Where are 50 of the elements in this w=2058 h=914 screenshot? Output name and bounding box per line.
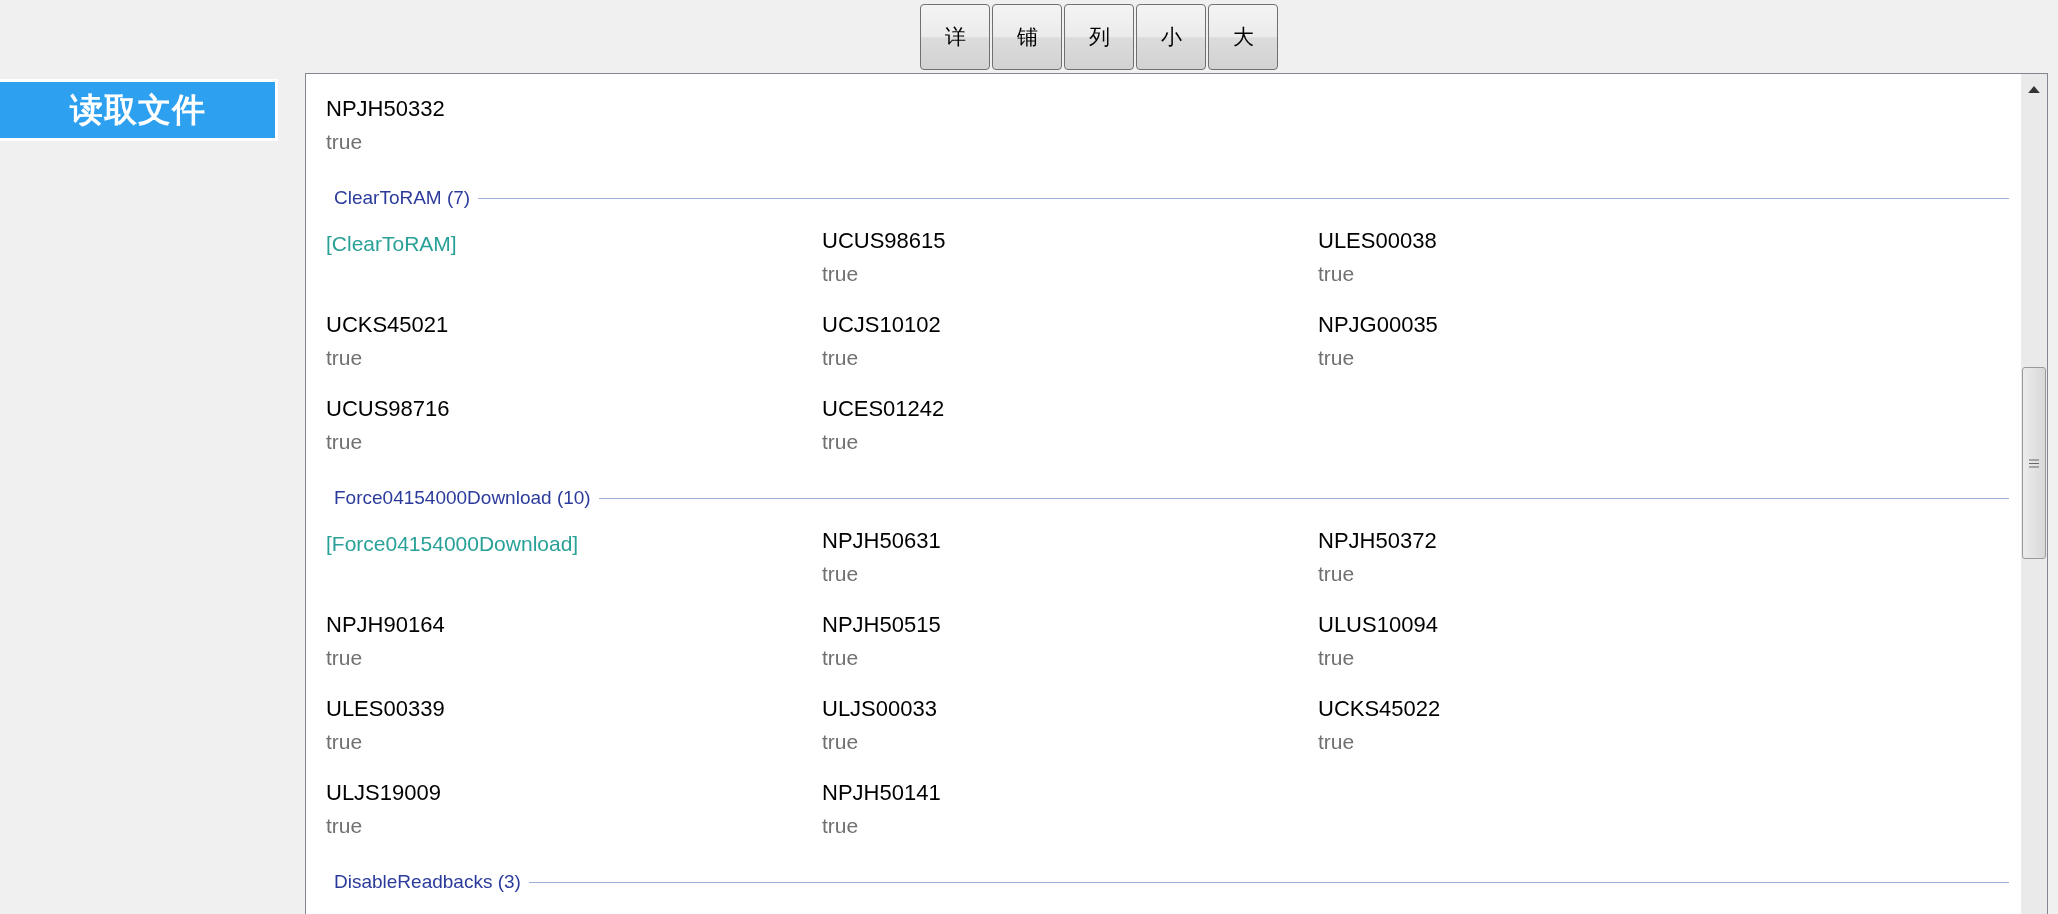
item-name[interactable]: NPJH50372 (1318, 524, 1437, 558)
view-button[interactable]: 铺 (992, 4, 1062, 70)
view-button[interactable]: 大 (1208, 4, 1278, 70)
item-value: true (1318, 729, 1355, 755)
item-name[interactable]: UCJS10102 (822, 308, 941, 342)
item-name[interactable]: NPJH50631 (822, 524, 941, 558)
item-value: true (1318, 645, 1355, 671)
scroll-up-icon[interactable] (2028, 86, 2040, 93)
group-tag: [Force04154000Download] (326, 532, 579, 556)
item-name[interactable]: ULES00038 (1318, 224, 1437, 258)
group-tag: [ClearToRAM] (326, 232, 457, 256)
item-value: true (1318, 261, 1355, 287)
item-name[interactable]: NPJH90164 (326, 608, 445, 642)
item-value: true (822, 345, 859, 371)
item-name[interactable]: UCKS45021 (326, 308, 449, 342)
view-button[interactable]: 列 (1064, 4, 1134, 70)
grip-icon (2029, 458, 2039, 468)
item-value: true (326, 345, 363, 371)
scroll-thumb[interactable] (2022, 367, 2046, 559)
item-value: true (326, 813, 363, 839)
item-value: true (822, 645, 859, 671)
item-name[interactable]: UCUS98716 (326, 392, 450, 426)
group-header: ClearToRAM (7) (334, 187, 472, 209)
view-button[interactable]: 小 (1136, 4, 1206, 70)
item-name[interactable]: UCES01242 (822, 392, 945, 426)
item-value: true (822, 561, 859, 587)
item-name[interactable]: ULJS19009 (326, 776, 441, 810)
group-header: DisableReadbacks (3) (334, 871, 522, 893)
item-value: true (822, 429, 859, 455)
item-value: true (822, 813, 859, 839)
item-value: true (1318, 561, 1355, 587)
scrollbar[interactable] (2021, 74, 2047, 914)
item-name[interactable]: ULJS00033 (822, 692, 937, 726)
item-name[interactable]: UCUS98615 (822, 224, 946, 258)
item-name[interactable]: ULES00339 (326, 692, 445, 726)
item-value: true (822, 729, 859, 755)
item-value: true (1318, 345, 1355, 371)
item-name[interactable]: NPJH50515 (822, 608, 941, 642)
item-name[interactable]: NPJH50332 (326, 92, 445, 126)
item-value: true (326, 429, 363, 455)
item-value: true (326, 129, 363, 155)
item-name[interactable]: NPJH50141 (822, 776, 941, 810)
item-value: true (822, 261, 859, 287)
item-name[interactable]: ULUS10094 (1318, 608, 1438, 642)
item-name[interactable]: NPJG00035 (1318, 308, 1438, 342)
item-name[interactable]: UCKS45022 (1318, 692, 1441, 726)
view-button[interactable]: 详 (920, 4, 990, 70)
group-header: Force04154000Download (10) (334, 487, 592, 509)
item-value: true (326, 729, 363, 755)
item-value: true (326, 645, 363, 671)
